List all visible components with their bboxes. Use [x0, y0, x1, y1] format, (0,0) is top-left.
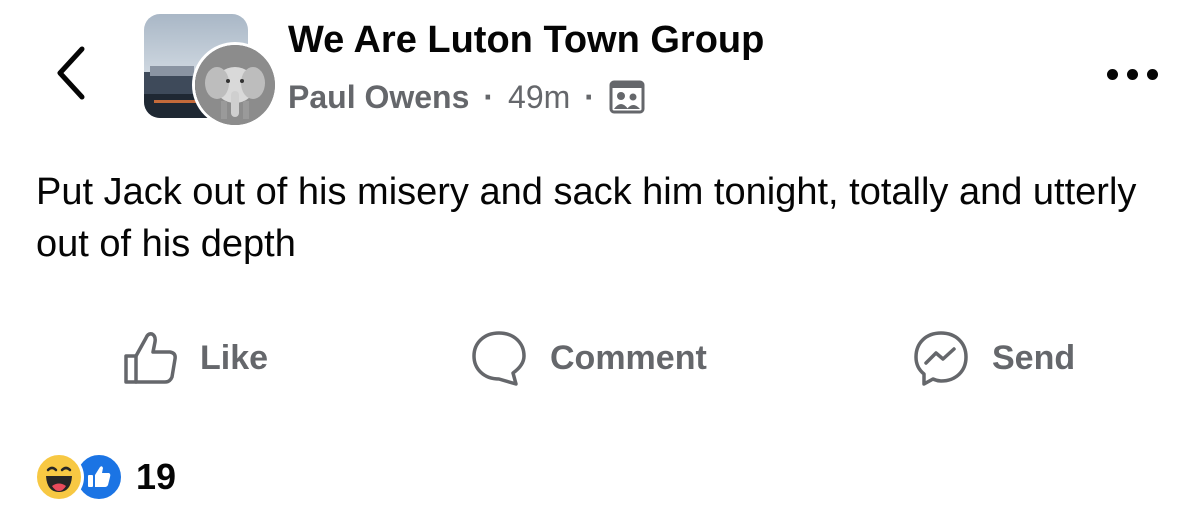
- comment-icon: [472, 331, 526, 386]
- thumbs-up-icon: [124, 332, 177, 384]
- post-header: We Are Luton Town Group Paul Owens · 49m…: [288, 14, 764, 120]
- group-name[interactable]: We Are Luton Town Group: [288, 14, 764, 66]
- reactions-summary[interactable]: 19: [34, 452, 176, 502]
- like-button[interactable]: Like: [120, 326, 268, 390]
- members-only-icon: [609, 80, 645, 114]
- back-button[interactable]: [40, 38, 100, 108]
- dot: [1106, 68, 1118, 80]
- post-text: Put Jack out of his misery and sack him …: [36, 171, 1137, 265]
- messenger-icon: [914, 331, 968, 386]
- send-button[interactable]: Send: [910, 326, 1075, 390]
- haha-reaction-icon: [34, 452, 84, 502]
- send-label: Send: [992, 338, 1076, 377]
- post-time[interactable]: 49m: [508, 74, 570, 120]
- user-avatar[interactable]: [192, 42, 278, 128]
- author-name[interactable]: Paul Owens: [288, 74, 469, 120]
- dot: [1126, 68, 1138, 80]
- dot: [1146, 68, 1158, 80]
- like-label: Like: [200, 338, 269, 377]
- chevron-left-icon: [57, 46, 85, 100]
- meta-separator: ·: [584, 79, 595, 115]
- comment-label: Comment: [550, 338, 707, 377]
- meta-separator: ·: [483, 79, 495, 115]
- more-options-button[interactable]: [1102, 54, 1162, 94]
- comment-button[interactable]: Comment: [468, 326, 707, 390]
- post-meta: Paul Owens · 49m ·: [288, 74, 764, 120]
- reaction-count: 19: [136, 456, 177, 497]
